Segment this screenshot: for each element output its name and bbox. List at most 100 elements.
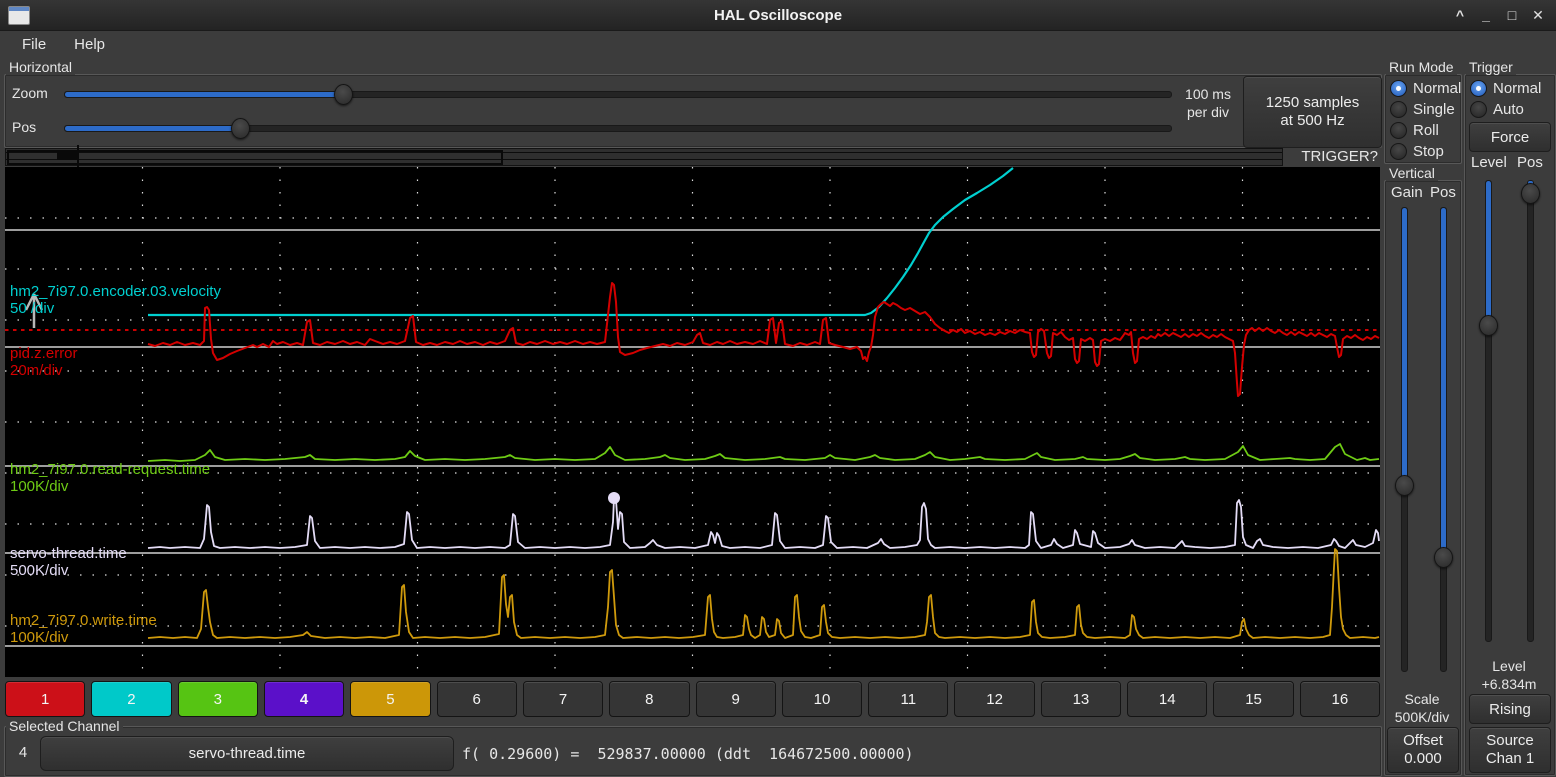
channel-button-15[interactable]: 15 (1213, 681, 1293, 717)
channel3-scale-label: 100K/div (10, 478, 69, 495)
close-button[interactable]: ✕ (1530, 7, 1546, 24)
run-mode-option-label: Roll (1413, 122, 1439, 139)
menu-bar: File Help (0, 30, 1556, 58)
channel-button-3[interactable]: 3 (178, 681, 258, 717)
menu-file[interactable]: File (12, 33, 56, 56)
trigger-edge-button[interactable]: Rising (1469, 694, 1551, 724)
channel-button-16[interactable]: 16 (1300, 681, 1380, 717)
zoom-slider[interactable] (64, 91, 1172, 98)
trigger-status: TRIGGER? (1288, 148, 1378, 165)
zoom-slider-label: Zoom (12, 85, 48, 101)
trigger-option-label: Normal (1493, 80, 1541, 97)
channel-button-10[interactable]: 10 (782, 681, 862, 717)
trace-layer (148, 168, 1379, 638)
channel-button-6[interactable]: 6 (437, 681, 517, 717)
trigger-source-value: Chan 1 (1486, 750, 1534, 768)
cursor-readout: f( 0.29600) = 529837.00000 (ddt 16467250… (462, 745, 914, 763)
record-position-bar (5, 148, 1283, 166)
channel-button-11[interactable]: 11 (868, 681, 948, 717)
shade-button[interactable]: ^ (1452, 7, 1468, 23)
timebase-per-div-label: per div (1176, 103, 1240, 121)
channel-button-13[interactable]: 13 (1041, 681, 1121, 717)
zoom-slider-handle[interactable] (334, 84, 353, 105)
radio-icon[interactable] (1390, 143, 1407, 160)
vertical-pos-slider-label: Pos (1430, 184, 1456, 201)
window-title: HAL Oscilloscope (0, 0, 1556, 30)
channel5-scale-label: 100K/div (10, 629, 69, 646)
minimize-button[interactable]: _ (1478, 7, 1494, 23)
channel5-name-label: hm2_7i97.0.write.time (10, 612, 157, 629)
trace-hm2_7i97.0.read-request.time (148, 444, 1379, 461)
trigger-level-slider[interactable] (1485, 180, 1492, 642)
trigger-option-auto[interactable]: Auto (1470, 99, 1550, 120)
force-button[interactable]: Force (1469, 122, 1551, 152)
trace-hm2_7i97.0.write.time (148, 549, 1379, 638)
trigger-option-normal[interactable]: Normal (1470, 78, 1550, 99)
channel-button-9[interactable]: 9 (696, 681, 776, 717)
samples-button[interactable]: 1250 samples at 500 Hz (1243, 76, 1382, 148)
channel-button-1[interactable]: 1 (5, 681, 85, 717)
record-position-tick (77, 145, 79, 168)
vertical-scale-readout: Scale 500K/div (1384, 690, 1460, 726)
vertical-frame (1384, 180, 1462, 776)
trigger-option-label: Auto (1493, 101, 1524, 118)
trigger-group-label: Trigger (1466, 59, 1516, 75)
gain-slider-handle[interactable] (1395, 475, 1414, 496)
run-mode-option-stop[interactable]: Stop (1390, 141, 1458, 162)
channel1-name-label: hm2_7i97.0.encoder.03.velocity (10, 283, 221, 300)
trigger-pos-slider[interactable] (1527, 180, 1534, 642)
radio-icon[interactable] (1390, 80, 1407, 97)
trigger-pos-slider-label: Pos (1517, 154, 1543, 171)
gain-slider-fill (1402, 208, 1407, 477)
vertical-pos-fill (1441, 208, 1446, 549)
gain-slider-label: Gain (1391, 184, 1423, 201)
run-mode-option-label: Normal (1413, 80, 1461, 97)
horizontal-group-label: Horizontal (6, 59, 75, 75)
run-mode-option-single[interactable]: Single (1390, 99, 1458, 120)
gain-slider[interactable] (1401, 207, 1408, 672)
trigger-level-handle[interactable] (1479, 315, 1498, 336)
vertical-pos-slider[interactable] (1440, 207, 1447, 672)
selected-channel-number: 4 (12, 744, 34, 761)
channel-button-row: 12345678910111213141516 (5, 681, 1380, 715)
selected-channel-name-button[interactable]: servo-thread.time (40, 736, 454, 771)
selected-channel-group-label: Selected Channel (6, 718, 123, 734)
run-mode-group-label: Run Mode (1386, 59, 1457, 75)
pos-slider-fill (65, 126, 241, 131)
radio-icon[interactable] (1470, 80, 1487, 97)
maximize-button[interactable]: □ (1504, 7, 1520, 23)
channel2-name-label: pid.z.error (10, 345, 78, 362)
channel-button-5[interactable]: 5 (350, 681, 430, 717)
run-mode-option-normal[interactable]: Normal (1390, 78, 1458, 99)
offset-button[interactable]: Offset 0.000 (1387, 727, 1459, 773)
vertical-pos-handle[interactable] (1434, 547, 1453, 568)
cursor-sample-marker (608, 492, 620, 504)
radio-icon[interactable] (1470, 101, 1487, 118)
run-mode-option-label: Single (1413, 101, 1455, 118)
channel2-scale-label: 20m/div (10, 362, 63, 379)
run-mode-options: Normal Single Roll Stop (1390, 78, 1458, 162)
samples-count: 1250 samples (1266, 94, 1359, 112)
trigger-source-button[interactable]: Source Chan 1 (1469, 727, 1551, 773)
channel-button-8[interactable]: 8 (609, 681, 689, 717)
channel-button-4[interactable]: 4 (264, 681, 344, 717)
channel-button-7[interactable]: 7 (523, 681, 603, 717)
channel-button-12[interactable]: 12 (954, 681, 1034, 717)
trigger-level-readout-label: Level (1464, 657, 1554, 675)
menu-help[interactable]: Help (64, 33, 115, 56)
channel-button-2[interactable]: 2 (91, 681, 171, 717)
channel3-name-label: hm2_7i97.0.read-request.time (10, 461, 210, 478)
vertical-group-label: Vertical (1386, 165, 1438, 181)
radio-icon[interactable] (1390, 101, 1407, 118)
radio-icon[interactable] (1390, 122, 1407, 139)
trigger-pos-handle[interactable] (1521, 183, 1540, 204)
channel4-name-label: servo-thread.time (10, 545, 127, 562)
trigger-level-fill (1486, 181, 1491, 317)
channel-button-14[interactable]: 14 (1127, 681, 1207, 717)
run-mode-option-roll[interactable]: Roll (1390, 120, 1458, 141)
pos-slider-handle[interactable] (231, 118, 250, 139)
samples-rate: at 500 Hz (1266, 112, 1359, 130)
zoom-slider-fill (65, 92, 344, 97)
trigger-source-label: Source (1486, 732, 1534, 750)
trace-servo-thread.time (148, 498, 1379, 548)
